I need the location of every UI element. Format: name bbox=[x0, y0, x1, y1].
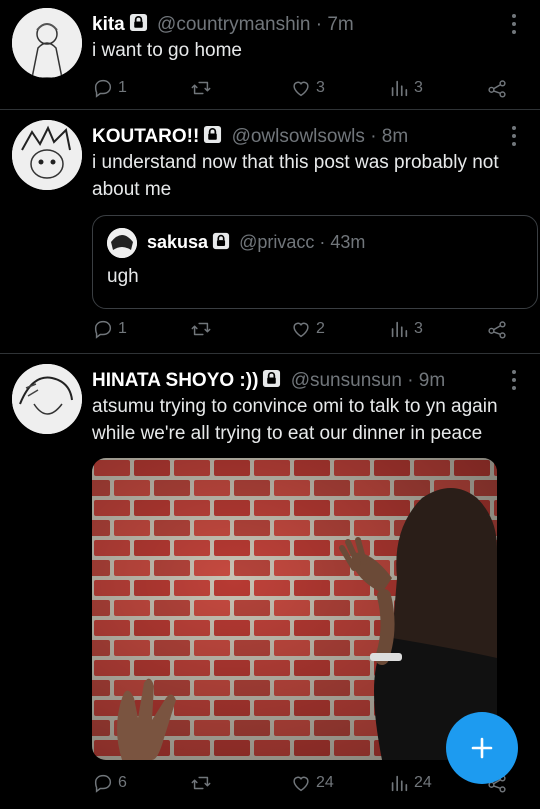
heart-icon bbox=[290, 77, 312, 99]
more-dots-icon[interactable] bbox=[510, 368, 518, 392]
reply-count: 6 bbox=[118, 774, 127, 791]
like-button[interactable]: 2 bbox=[290, 318, 325, 340]
tweet-header: HINATA SHOYO :)) @sunsunsun · 9m bbox=[92, 369, 445, 392]
tweet-actions: 1 2 3 bbox=[92, 318, 512, 342]
share-button[interactable] bbox=[486, 77, 512, 99]
brick-wall-photo bbox=[92, 458, 497, 760]
display-name[interactable]: kita bbox=[92, 14, 125, 35]
views-icon bbox=[388, 772, 410, 794]
tweet-media-photo[interactable] bbox=[92, 458, 497, 760]
tweet-text: i understand now that this post was prob… bbox=[92, 152, 499, 200]
views-button[interactable]: 3 bbox=[388, 77, 423, 99]
avatar[interactable] bbox=[12, 8, 82, 78]
tweet-actions: 6 24 24 bbox=[92, 772, 512, 796]
reply-count: 1 bbox=[118, 79, 127, 96]
retweet-button[interactable] bbox=[190, 772, 216, 794]
reply-button[interactable]: 1 bbox=[92, 77, 127, 99]
quoted-text: ugh bbox=[107, 266, 139, 287]
retweet-button[interactable] bbox=[190, 77, 216, 99]
views-button[interactable]: 3 bbox=[388, 318, 423, 340]
share-button[interactable] bbox=[486, 318, 512, 340]
display-name[interactable]: HINATA SHOYO :)) bbox=[92, 370, 258, 391]
quoted-avatar bbox=[107, 228, 137, 258]
like-count: 2 bbox=[316, 320, 325, 337]
compose-button[interactable] bbox=[446, 712, 518, 784]
avatar[interactable] bbox=[12, 364, 82, 434]
share-icon bbox=[486, 77, 508, 99]
display-name[interactable]: KOUTARO!! bbox=[92, 126, 199, 147]
more-dots-icon[interactable] bbox=[510, 124, 518, 148]
reply-button[interactable]: 6 bbox=[92, 772, 127, 794]
handle[interactable]: @sunsunsun bbox=[291, 370, 402, 391]
views-icon bbox=[388, 318, 410, 340]
retweet-icon bbox=[190, 77, 212, 99]
quoted-tweet[interactable]: sakusa @privacc · 43m ugh bbox=[92, 215, 538, 309]
like-count: 3 bbox=[316, 79, 325, 96]
handle[interactable]: @owlsowlsowls bbox=[232, 126, 365, 147]
like-button[interactable]: 3 bbox=[290, 77, 325, 99]
plus-icon bbox=[471, 737, 493, 759]
tweet-header: kita @countrymanshin · 7m bbox=[92, 13, 354, 36]
reply-button[interactable]: 1 bbox=[92, 318, 127, 340]
quoted-handle: @privacc bbox=[239, 232, 315, 252]
view-count: 24 bbox=[414, 774, 432, 791]
retweet-icon bbox=[190, 318, 212, 340]
quoted-timestamp: · 43m bbox=[319, 232, 366, 252]
retweet-icon bbox=[190, 772, 212, 794]
handle[interactable]: @countrymanshin bbox=[157, 14, 310, 35]
lock-icon bbox=[262, 369, 281, 388]
reply-icon bbox=[92, 77, 114, 99]
more-dots-icon[interactable] bbox=[510, 12, 518, 36]
like-button[interactable]: 24 bbox=[290, 772, 334, 794]
reply-icon bbox=[92, 318, 114, 340]
timestamp[interactable]: · 7m bbox=[316, 14, 354, 35]
tweet-header: KOUTARO!! @owlsowlsowls · 8m bbox=[92, 125, 408, 148]
heart-icon bbox=[290, 772, 312, 794]
tweet-actions: 1 3 3 bbox=[92, 77, 512, 101]
lock-icon bbox=[212, 232, 230, 250]
tweet-text: atsumu trying to convince omi to talk to… bbox=[92, 396, 498, 444]
view-count: 3 bbox=[414, 320, 423, 337]
tweet[interactable]: KOUTARO!! @owlsowlsowls · 8m i understan… bbox=[0, 110, 540, 353]
retweet-button[interactable] bbox=[190, 318, 216, 340]
tweet-text: i want to go home bbox=[92, 40, 242, 61]
quoted-display-name: sakusa bbox=[147, 232, 209, 252]
tweet[interactable]: kita @countrymanshin · 7m i want to go h… bbox=[0, 0, 540, 108]
views-icon bbox=[388, 77, 410, 99]
lock-icon bbox=[203, 125, 222, 144]
like-count: 24 bbox=[316, 774, 334, 791]
timestamp[interactable]: · 9m bbox=[407, 370, 445, 391]
lock-icon bbox=[129, 13, 148, 32]
quoted-header: sakusa @privacc · 43m bbox=[147, 232, 365, 253]
avatar[interactable] bbox=[12, 120, 82, 190]
reply-count: 1 bbox=[118, 320, 127, 337]
heart-icon bbox=[290, 318, 312, 340]
share-icon bbox=[486, 318, 508, 340]
reply-icon bbox=[92, 772, 114, 794]
view-count: 3 bbox=[414, 79, 423, 96]
views-button[interactable]: 24 bbox=[388, 772, 432, 794]
timestamp[interactable]: · 8m bbox=[370, 126, 408, 147]
